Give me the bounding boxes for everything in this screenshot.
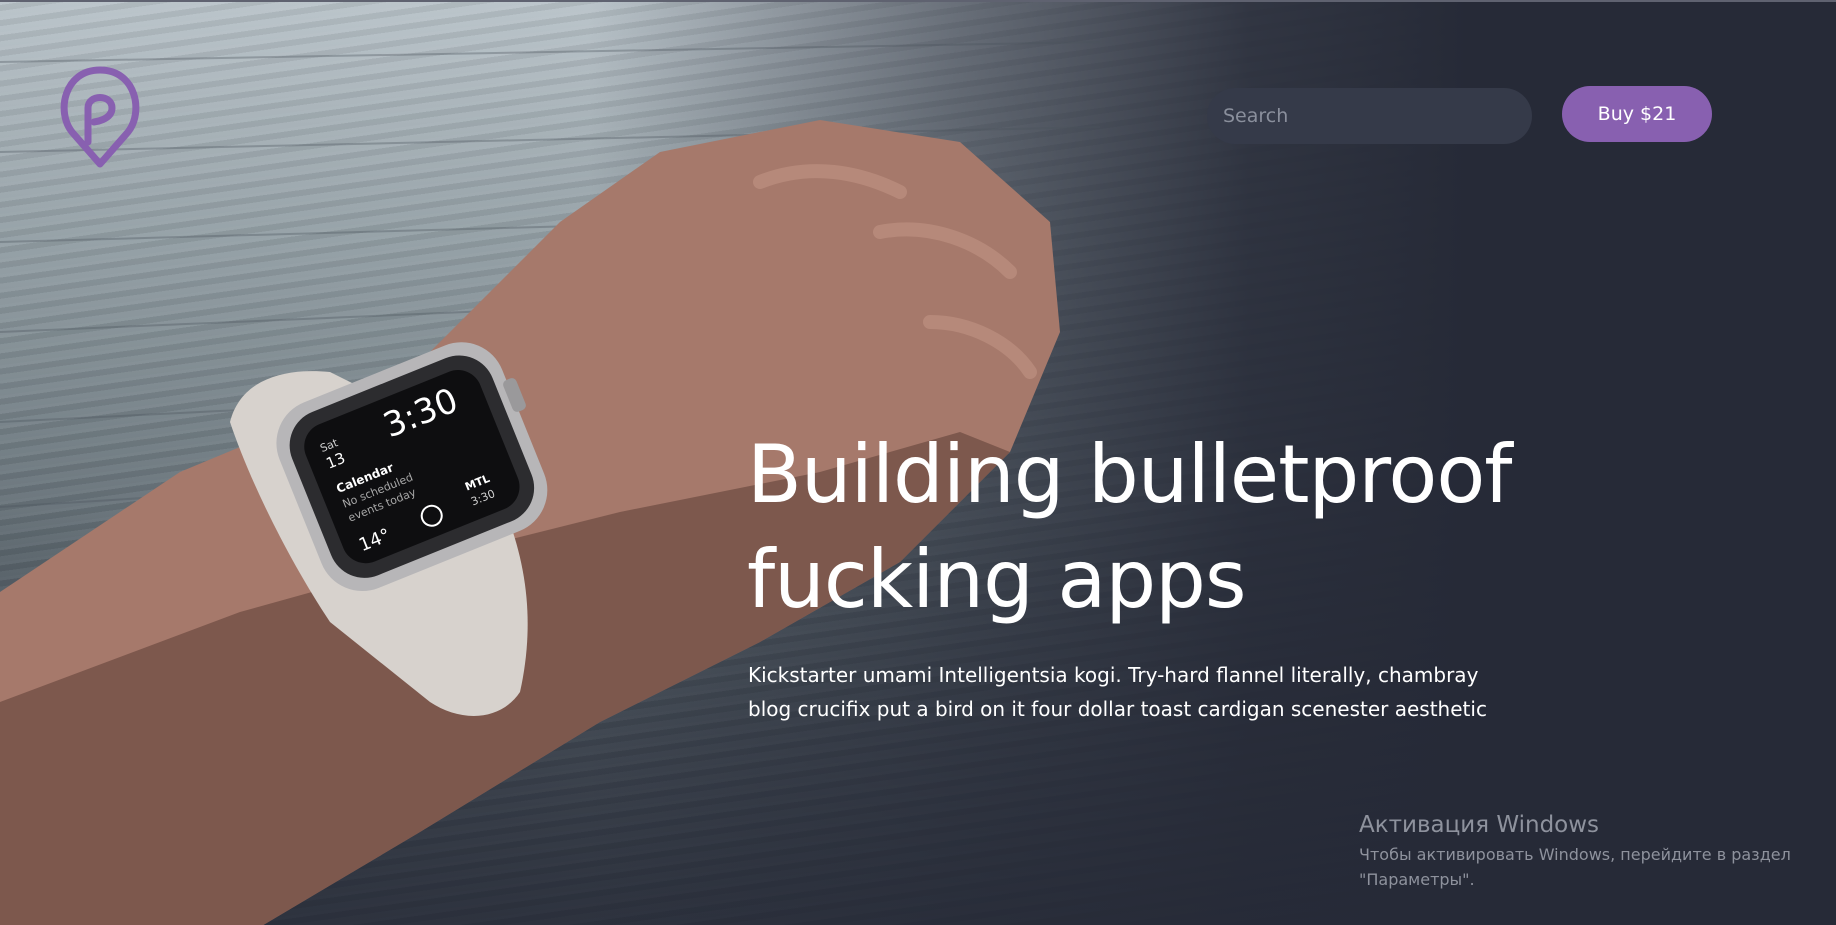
hero-lede-line1: Kickstarter umami Intelligentsia kogi. T… bbox=[748, 663, 1479, 687]
map-pin-logo-icon[interactable] bbox=[60, 64, 140, 168]
hero-headline: Building bulletproof fucking apps bbox=[747, 422, 1647, 632]
hero-headline-line1: Building bulletproof bbox=[747, 428, 1512, 521]
buy-button[interactable]: Buy $21 bbox=[1562, 86, 1712, 142]
activation-title: Активация Windows bbox=[1359, 812, 1600, 838]
activation-line2: "Параметры". bbox=[1359, 870, 1475, 889]
windows-activation-watermark: Активация Windows Чтобы активировать Win… bbox=[1359, 808, 1829, 892]
activation-line1: Чтобы активировать Windows, перейдите в … bbox=[1359, 845, 1791, 864]
search-input[interactable] bbox=[1207, 88, 1532, 144]
hero-lede-line2: blog crucifix put a bird on it four doll… bbox=[748, 697, 1487, 721]
hero-lede: Kickstarter umami Intelligentsia kogi. T… bbox=[748, 658, 1508, 726]
hero-section: 3:30 Sat 13 Calendar No scheduled events… bbox=[0, 0, 1836, 925]
hero-headline-line2: fucking apps bbox=[747, 533, 1247, 626]
